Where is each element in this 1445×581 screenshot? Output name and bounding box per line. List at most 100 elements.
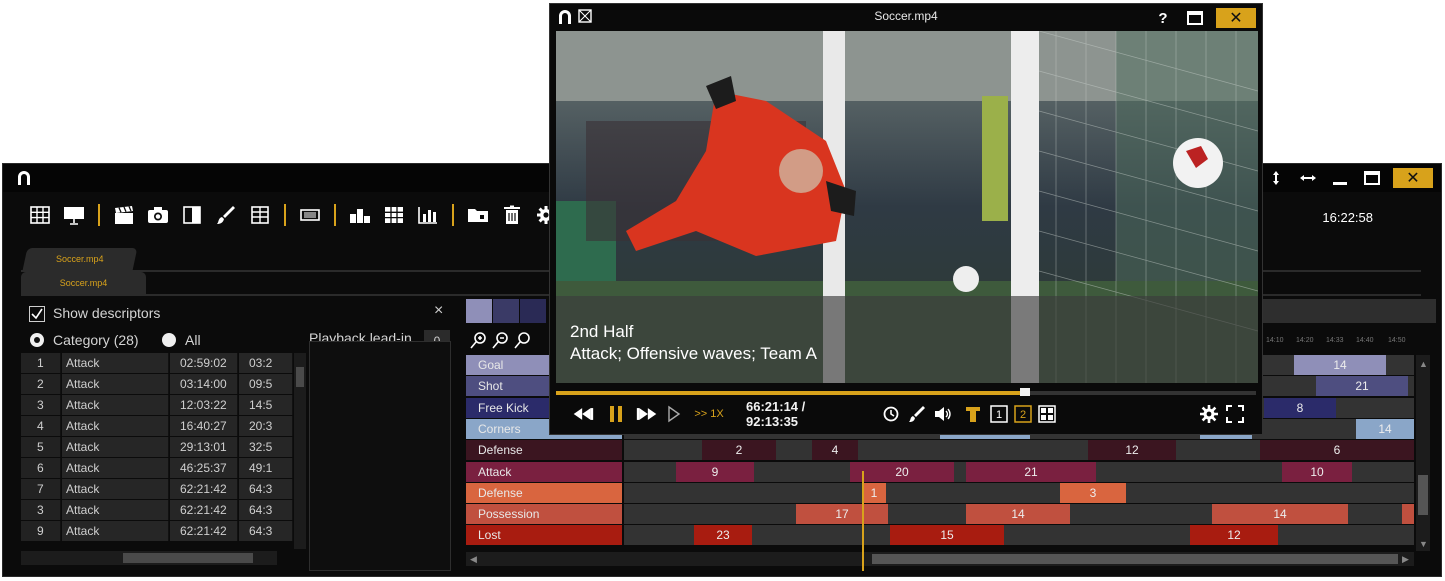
scroll-left-arrow-icon[interactable]: ◀ <box>470 554 477 565</box>
video-progress-bar[interactable] <box>556 388 1256 396</box>
maximize-button[interactable] <box>1361 168 1383 188</box>
zoom-in-icon[interactable] <box>470 331 488 349</box>
zoom-out-icon[interactable] <box>492 331 510 349</box>
scroll-thumb[interactable] <box>872 554 1398 564</box>
presentation-icon[interactable] <box>61 202 87 228</box>
track-label[interactable]: Attack <box>466 461 622 482</box>
table-row[interactable]: 9 Attack 62:21:42 64:3 <box>21 521 293 541</box>
event-segment[interactable]: 4 <box>812 440 858 461</box>
close-button[interactable]: ✕ <box>1393 168 1433 188</box>
event-segment[interactable]: 21 <box>1316 376 1408 397</box>
event-segment[interactable]: 9 <box>676 461 754 482</box>
track-background[interactable] <box>624 482 1414 503</box>
step-forward-icon[interactable] <box>632 402 662 426</box>
scroll-right-arrow-icon[interactable]: ▶ <box>1402 554 1409 565</box>
camera-icon[interactable] <box>145 202 171 228</box>
ranking-icon[interactable] <box>347 202 373 228</box>
track-label[interactable]: Possession <box>466 504 622 525</box>
progress-knob[interactable] <box>1020 388 1030 396</box>
track-label[interactable]: Defense <box>466 440 622 461</box>
table-row[interactable]: 3 Attack 62:21:42 64:3 <box>21 500 293 520</box>
split-view-icon[interactable] <box>179 202 205 228</box>
replay-icon[interactable] <box>880 402 902 426</box>
text-tool-icon[interactable] <box>962 402 984 426</box>
radio-category[interactable] <box>30 333 44 347</box>
event-table-hscroll[interactable] <box>21 551 277 565</box>
event-segment[interactable]: 12 <box>1088 440 1176 461</box>
track-label[interactable]: Defense <box>466 482 622 503</box>
playhead[interactable] <box>862 471 864 571</box>
table-row[interactable]: 6 Attack 46:25:37 49:1 <box>21 458 293 478</box>
event-segment[interactable]: 14 <box>1294 355 1386 375</box>
brush-icon[interactable] <box>213 202 239 228</box>
video-window-controls: ? ✕ <box>1152 8 1256 28</box>
pause-icon[interactable] <box>606 402 626 426</box>
minimize-button[interactable] <box>1329 168 1351 188</box>
table-row[interactable]: 1 Attack 02:59:02 03:2 <box>21 353 293 373</box>
event-segment[interactable]: 6 <box>1260 440 1414 461</box>
event-segment[interactable]: 10 <box>1282 461 1352 482</box>
event-segment[interactable]: 8 <box>1264 397 1336 418</box>
event-segment[interactable]: 1 <box>862 482 886 503</box>
scroll-thumb[interactable] <box>123 553 253 563</box>
close-button[interactable]: ✕ <box>1216 8 1256 28</box>
toolbar-separator <box>452 204 454 226</box>
maximize-button[interactable] <box>1184 8 1206 28</box>
table-icon[interactable] <box>247 202 273 228</box>
resize-horizontal-icon[interactable] <box>1297 168 1319 188</box>
resize-vertical-icon[interactable] <box>1265 168 1287 188</box>
table-row[interactable]: 5 Attack 29:13:01 32:5 <box>21 437 293 457</box>
radio-all[interactable] <box>162 333 176 347</box>
trash-icon[interactable] <box>499 202 525 228</box>
event-segment[interactable]: 12 <box>1190 525 1278 546</box>
zoom-fit-icon[interactable] <box>514 331 532 349</box>
timecode: 66:21:14 / 92:13:35 <box>746 399 806 429</box>
table-cell-start: 12:03:22 <box>170 395 238 415</box>
table-row[interactable]: 3 Attack 12:03:22 14:5 <box>21 395 293 415</box>
timeline-hscroll[interactable] <box>466 552 1414 566</box>
show-descriptors-checkbox[interactable] <box>29 306 45 322</box>
table-row[interactable]: 7 Attack 62:21:42 64:3 <box>21 479 293 499</box>
volume-icon[interactable] <box>932 402 954 426</box>
grid-icon[interactable] <box>27 202 53 228</box>
clapperboard-icon[interactable] <box>111 202 137 228</box>
scroll-thumb[interactable] <box>296 367 304 387</box>
table-cell-num: 5 <box>21 437 61 457</box>
layout-2-button[interactable]: 2 <box>1012 402 1034 426</box>
play-slow-icon[interactable] <box>666 402 682 426</box>
playback-speed[interactable]: >> 1X <box>692 402 726 426</box>
event-segment[interactable]: 17 <box>796 504 888 525</box>
gear-icon[interactable] <box>1198 402 1220 426</box>
event-segment[interactable]: 14 <box>1212 504 1348 525</box>
bar-chart-icon[interactable] <box>415 202 441 228</box>
event-segment[interactable]: 15 <box>890 525 1004 546</box>
event-segment[interactable]: 23 <box>694 525 752 546</box>
event-segment[interactable]: 3 <box>1060 482 1126 503</box>
event-segment[interactable] <box>1402 504 1414 525</box>
event-segment[interactable]: 21 <box>966 461 1096 482</box>
table-row[interactable]: 4 Attack 16:40:27 20:3 <box>21 416 293 436</box>
layout-grid-icon[interactable] <box>1036 402 1058 426</box>
event-segment[interactable]: 20 <box>850 461 954 482</box>
tab-soccer-2[interactable]: Soccer.mp4 <box>21 272 146 294</box>
brush-icon[interactable] <box>906 402 928 426</box>
table-row[interactable]: 2 Attack 03:14:00 09:5 <box>21 374 293 394</box>
panel-close-button[interactable]: × <box>434 302 443 320</box>
layout-1-button[interactable]: 1 <box>988 402 1010 426</box>
fullscreen-icon[interactable] <box>1224 402 1246 426</box>
event-segment[interactable]: 14 <box>1356 418 1414 439</box>
tab-soccer-1[interactable]: Soccer.mp4 <box>22 248 138 270</box>
event-segment[interactable]: 14 <box>966 504 1070 525</box>
help-button[interactable]: ? <box>1152 8 1174 28</box>
track-label[interactable]: Lost <box>466 525 622 546</box>
color-swatch[interactable] <box>466 299 492 323</box>
event-table-vscroll[interactable] <box>294 353 306 549</box>
step-back-icon[interactable] <box>568 402 598 426</box>
color-swatch[interactable] <box>520 299 546 323</box>
color-swatch[interactable] <box>493 299 519 323</box>
folder-icon[interactable] <box>465 202 491 228</box>
video-frame[interactable]: 2nd Half Attack; Offensive waves; Team A <box>556 31 1258 383</box>
event-segment[interactable]: 2 <box>702 440 776 461</box>
menu-box-icon[interactable] <box>297 202 323 228</box>
matrix-icon[interactable] <box>381 202 407 228</box>
